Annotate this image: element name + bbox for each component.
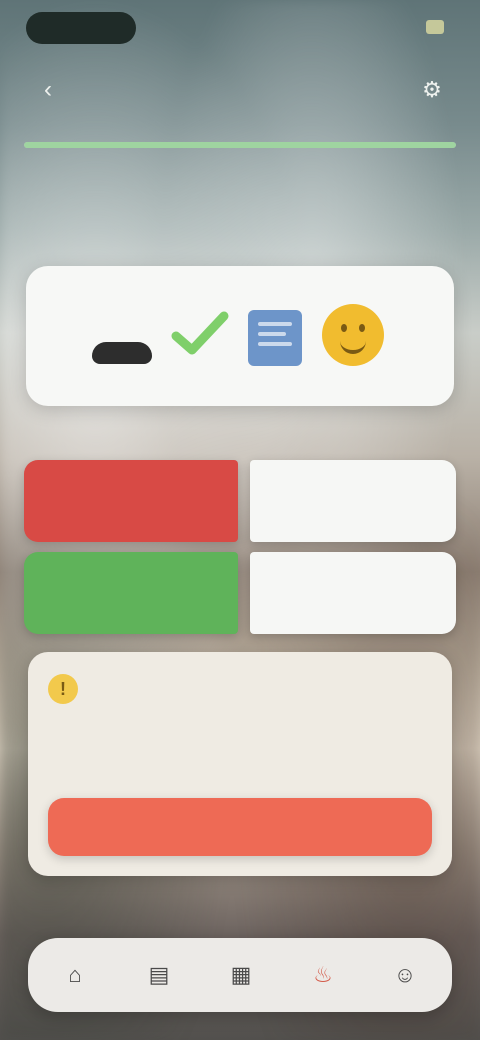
status-time: [26, 12, 136, 44]
choice-right-button[interactable]: [250, 460, 456, 542]
shoe-icon: [86, 300, 156, 370]
status-bar: [0, 0, 480, 48]
book-icon: ▤: [148, 962, 170, 987]
progress-bar: [24, 142, 456, 148]
home-icon: ⌂: [68, 962, 82, 987]
tab-profile[interactable]: ☺: [382, 952, 428, 998]
chart-icon: ▦: [230, 962, 252, 987]
navigation-bar: ‹ ⚙: [0, 60, 480, 120]
tab-flame[interactable]: ♨: [300, 952, 346, 998]
settings-button[interactable]: ⚙: [414, 72, 450, 108]
alert-card: !: [28, 652, 452, 876]
gear-icon: ⚙: [422, 77, 442, 102]
icon-card: [26, 266, 454, 406]
checkmark-icon: [166, 300, 236, 370]
choice-left-button[interactable]: [24, 552, 238, 634]
alert-action-button[interactable]: [48, 798, 432, 856]
tab-bar: ⌂ ▤ ▦ ♨ ☺: [28, 938, 452, 1012]
tab-home[interactable]: ⌂: [52, 952, 98, 998]
progress-fill: [24, 142, 456, 148]
tab-book[interactable]: ▤: [136, 952, 182, 998]
profile-icon: ☺: [393, 962, 417, 987]
choice-right-button[interactable]: [250, 552, 456, 634]
tab-chart[interactable]: ▦: [218, 952, 264, 998]
choice-left-button[interactable]: [24, 460, 238, 542]
chevron-left-icon: ‹: [44, 76, 52, 103]
warning-icon: !: [48, 674, 78, 704]
choice-row: [24, 460, 456, 542]
flame-icon: ♨: [313, 962, 333, 987]
choice-row: [24, 552, 456, 634]
back-button[interactable]: ‹: [30, 72, 66, 108]
status-indicator-icon: [426, 20, 444, 34]
smiley-face-icon: [318, 300, 388, 370]
document-icon: [240, 300, 310, 370]
